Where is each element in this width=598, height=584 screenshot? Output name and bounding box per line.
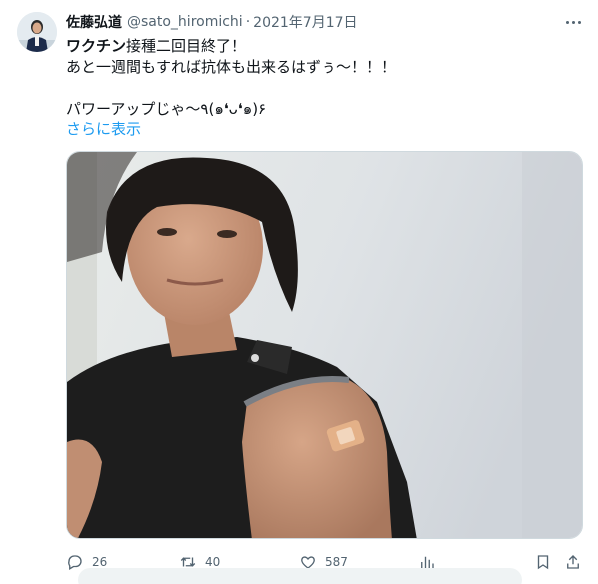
like-count: 587 <box>325 555 348 569</box>
bookmark-icon <box>537 555 549 570</box>
tweet-card: 佐藤弘道 @sato_hiromichi · 2021年7月17日 ワクチン接種… <box>0 0 598 584</box>
share-icon <box>567 555 579 569</box>
tweet-photo[interactable] <box>66 151 583 539</box>
display-name[interactable]: 佐藤弘道 <box>66 12 122 32</box>
retweet-count: 40 <box>205 555 221 569</box>
avatar[interactable] <box>17 12 57 52</box>
more-button[interactable] <box>562 13 584 31</box>
reply-count: 26 <box>92 555 108 569</box>
photo-image <box>67 152 582 538</box>
reply-icon <box>68 555 82 570</box>
more-icon <box>565 20 569 24</box>
show-more-link[interactable]: さらに表示 <box>66 119 141 139</box>
tweet-line-4: パワーアップじゃ～٩(๑❛ᴗ❛๑)۶ <box>66 100 267 118</box>
tweet-highlight: ワクチン <box>66 37 127 55</box>
tweet-text: ワクチン接種二回目終了！ あと一週間もすれば抗体も出来るはずぅ～！！！ パワーア… <box>66 36 396 120</box>
tweet-date[interactable]: 2021年7月17日 <box>253 12 357 32</box>
tweet-line-1: ワクチン接種二回目終了！ <box>66 36 396 57</box>
bookmark-button[interactable] <box>534 551 560 573</box>
share-button[interactable] <box>564 551 590 573</box>
header-separator: · <box>245 14 251 30</box>
reply-box[interactable] <box>78 568 522 584</box>
user-handle[interactable]: @sato_hiromichi <box>127 14 243 30</box>
tweet-line-1-rest: 接種二回目終了！ <box>126 37 247 55</box>
tweet-header: 佐藤弘道 @sato_hiromichi · 2021年7月17日 <box>66 12 358 32</box>
tweet-line-2: あと一週間もすれば抗体も出来るはずぅ～！！！ <box>66 58 397 76</box>
